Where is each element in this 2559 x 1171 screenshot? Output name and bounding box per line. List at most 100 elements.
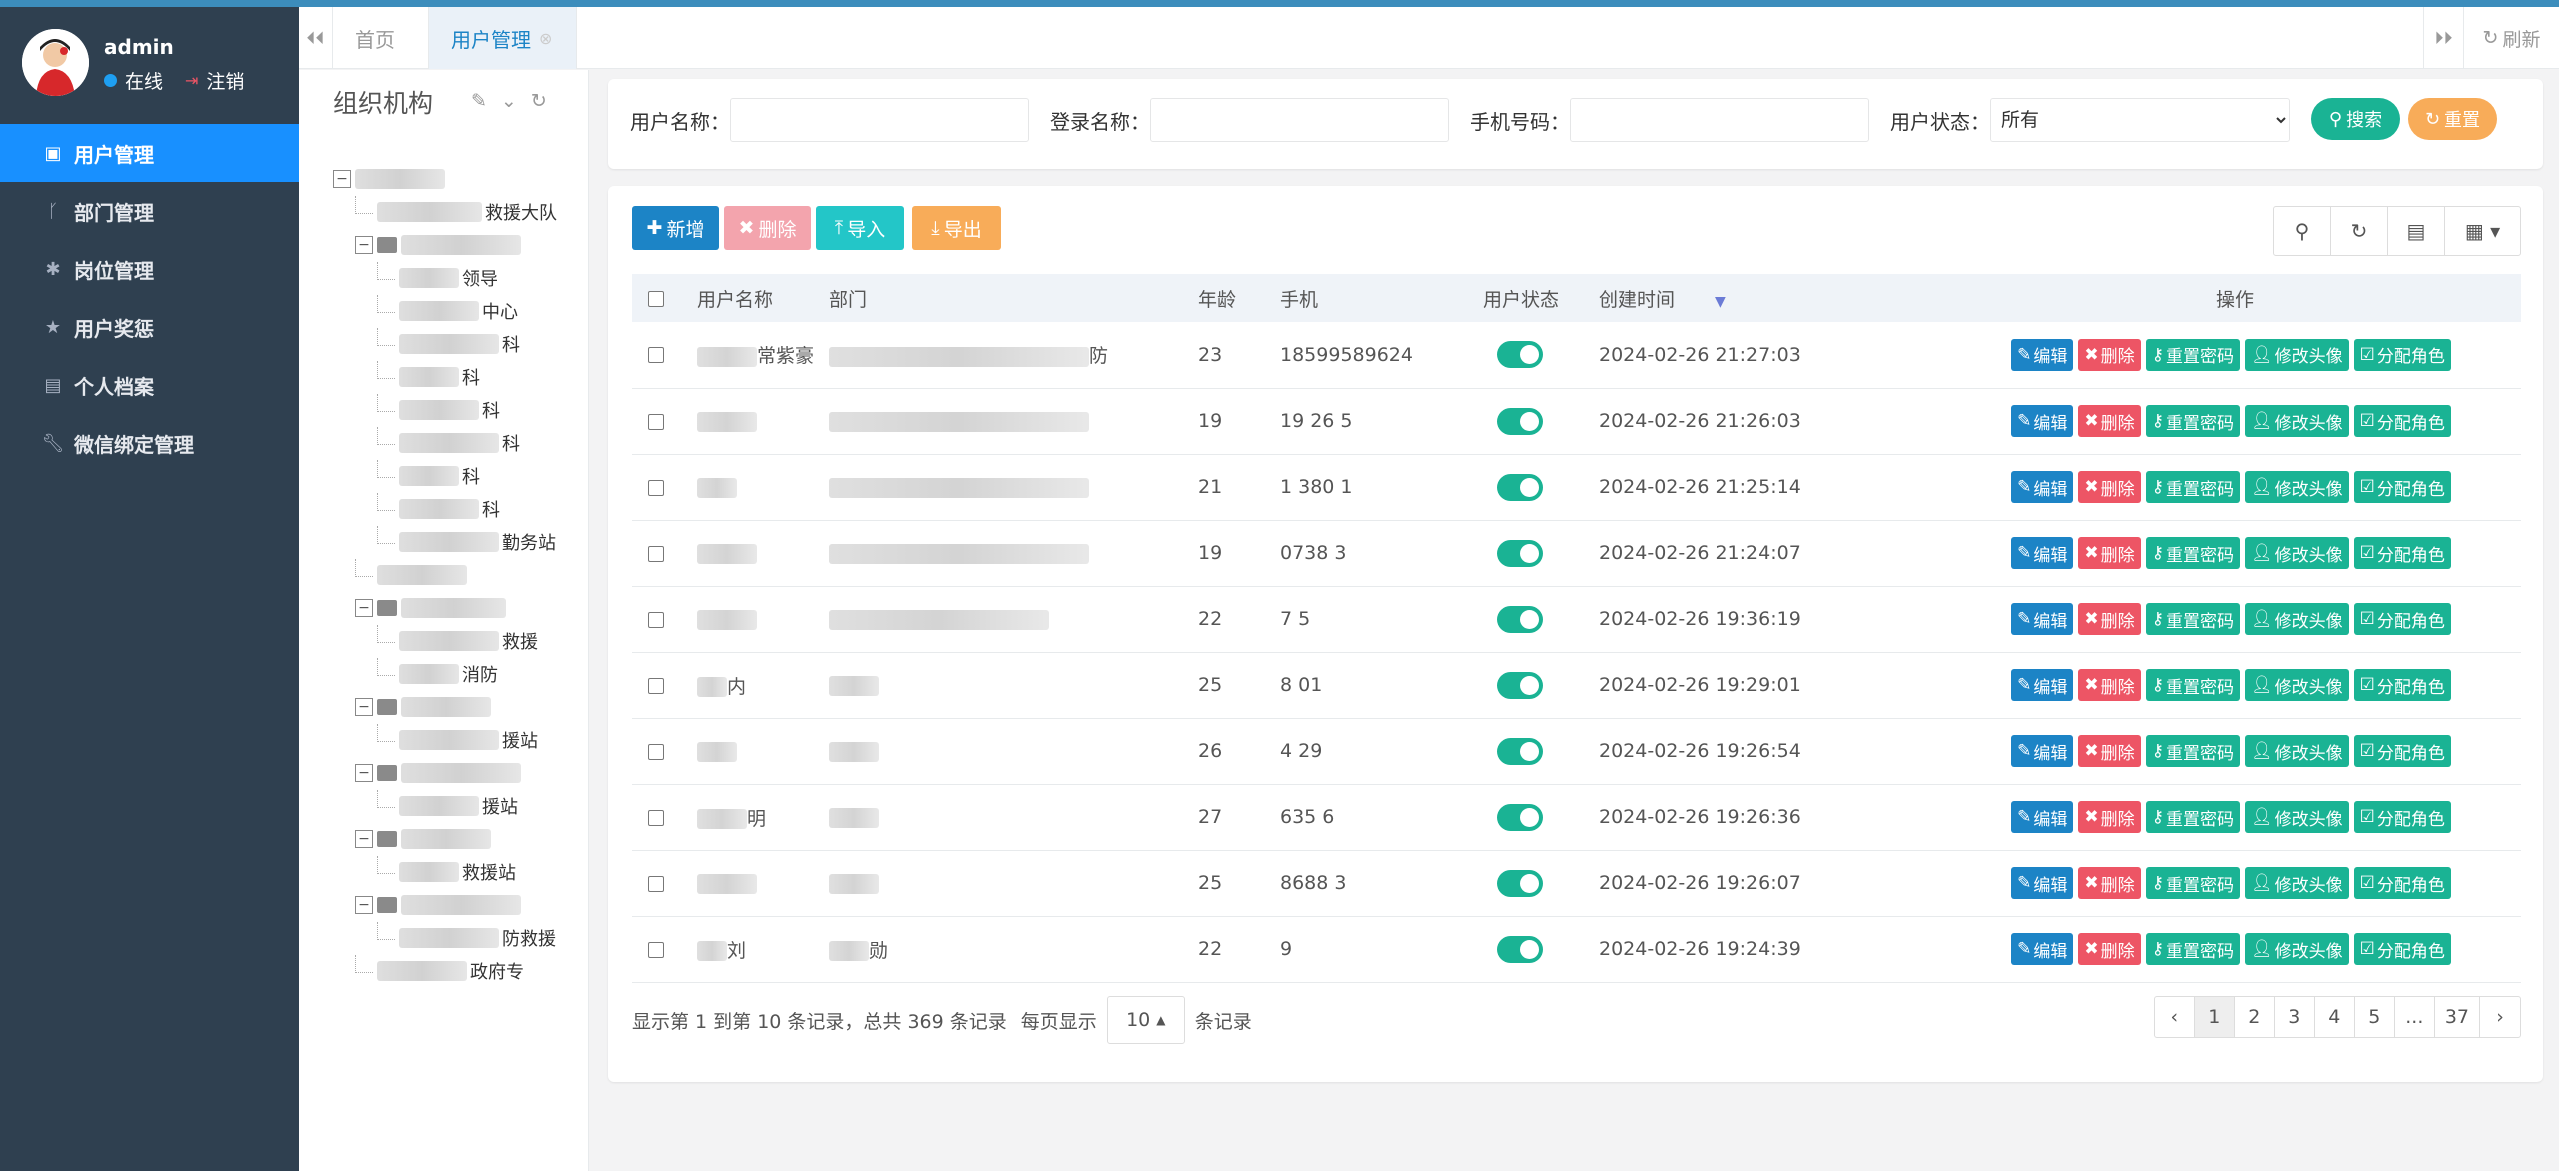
tree-collapse-icon[interactable]: − (355, 235, 373, 254)
change-avatar-button[interactable]: 👤︎ 修改头像 (2245, 338, 2349, 371)
tree-node[interactable]: 科 (333, 360, 583, 393)
assign-role-button[interactable]: ☑ 分配角色 (2353, 867, 2451, 899)
delete-row-button[interactable]: ✖ 删除 (2078, 933, 2141, 965)
add-button[interactable]: ✚ 新增 (632, 206, 719, 250)
delete-row-button[interactable]: ✖ 删除 (2078, 471, 2141, 503)
delete-row-button[interactable]: ✖ 删除 (2078, 801, 2141, 833)
tree-node[interactable]: − (333, 162, 583, 195)
row-checkbox[interactable] (648, 611, 664, 628)
table-row[interactable]: 明 27 635 6 2024-02-26 19:26:36 ✎ 编辑 ✖ 删除 ⚷ 重置密码 👤… (632, 784, 2521, 851)
table-row[interactable]: 刘勋 22 9 2024-02-26 19:24:39 ✎ 编辑 ✖ 删除 ⚷ 重置密码 👤︎ 修改… (632, 916, 2521, 983)
reset-password-button[interactable]: ⚷ 重置密码 (2145, 933, 2241, 965)
tree-node[interactable]: 勤务站 (333, 525, 583, 558)
tab-user-management[interactable]: 用户管理 ⊗ (429, 7, 577, 69)
assign-role-button[interactable]: ☑ 分配角色 (2353, 801, 2451, 833)
col-phone[interactable]: 手机 (1272, 274, 1475, 322)
loginname-input[interactable] (1150, 98, 1449, 142)
prev-page-button[interactable]: ‹ (2155, 997, 2195, 1037)
edit-button[interactable]: ✎ 编辑 (2011, 471, 2074, 503)
refresh-tab-button[interactable]: ↻ 刷新 (2463, 7, 2559, 69)
page-button[interactable]: 1 (2194, 997, 2235, 1037)
edit-button[interactable]: ✎ 编辑 (2011, 669, 2074, 701)
table-row[interactable]: 22 7 5 2024-02-26 19:36:19 ✎ 编辑 ✖ 删除 ⚷ 重置密码 👤︎ 修改… (632, 586, 2521, 653)
row-checkbox[interactable] (648, 941, 664, 958)
change-avatar-button[interactable]: 👤︎ 修改头像 (2245, 537, 2349, 569)
close-tab-icon[interactable]: ⊗ (539, 29, 552, 48)
delete-button[interactable]: ✖ 删除 (724, 206, 811, 250)
assign-role-button[interactable]: ☑ 分配角色 (2353, 735, 2451, 767)
change-avatar-button[interactable]: 👤︎ 修改头像 (2245, 933, 2349, 965)
delete-row-button[interactable]: ✖ 删除 (2078, 338, 2141, 371)
row-checkbox[interactable] (648, 875, 664, 892)
table-row[interactable]: 26 4 29 2024-02-26 19:26:54 ✎ 编辑 ✖ 删除 ⚷ 重置密码 👤︎ 修… (632, 718, 2521, 785)
phone-input[interactable] (1570, 98, 1869, 142)
logout-icon[interactable]: ⇥ (185, 71, 198, 90)
tree-node[interactable]: 援站 (333, 723, 583, 756)
table-row[interactable]: 内 25 8 01 2024-02-26 19:29:01 ✎ 编辑 ✖ 删除 ⚷ 重置密码 👤︎… (632, 652, 2521, 719)
edit-icon[interactable]: ✎ (471, 90, 487, 112)
reset-password-button[interactable]: ⚷ 重置密码 (2145, 338, 2241, 371)
status-toggle[interactable] (1497, 473, 1543, 501)
col-username[interactable]: 用户名称 (689, 274, 821, 322)
reset-button[interactable]: ↻ 重置 (2408, 98, 2497, 140)
table-row[interactable]: 常紫豪防 23 18599589624 2024-02-26 21:27:03 ✎ 编辑 ✖… (632, 322, 2521, 389)
change-avatar-button[interactable]: 👤︎ 修改头像 (2245, 405, 2349, 437)
status-toggle[interactable] (1497, 539, 1543, 567)
chevron-down-icon[interactable]: ⌄ (501, 90, 517, 112)
status-toggle[interactable] (1497, 407, 1543, 435)
page-button[interactable]: 2 (2235, 997, 2275, 1037)
change-avatar-button[interactable]: 👤︎ 修改头像 (2245, 867, 2349, 899)
tab-scroll-right-icon[interactable]: ⏵⏵ (2423, 7, 2463, 69)
export-button[interactable]: ⤓ 导出 (912, 206, 1001, 250)
search-toggle-icon[interactable]: ⚲ (2274, 207, 2331, 255)
edit-button[interactable]: ✎ 编辑 (2011, 735, 2074, 767)
reset-password-button[interactable]: ⚷ 重置密码 (2145, 867, 2241, 899)
status-toggle[interactable] (1497, 671, 1543, 699)
reset-password-button[interactable]: ⚷ 重置密码 (2145, 537, 2241, 569)
tree-node[interactable]: − (333, 756, 583, 789)
row-checkbox[interactable] (648, 545, 664, 562)
tree-node[interactable]: 防救援 (333, 921, 583, 954)
delete-row-button[interactable]: ✖ 删除 (2078, 405, 2141, 437)
tree-collapse-icon[interactable]: − (355, 895, 373, 914)
sidebar-item-user-rewards[interactable]: ★ 用户奖惩 (0, 298, 299, 356)
table-row[interactable]: 21 1 380 1 2024-02-26 21:25:14 ✎ 编辑 ✖ 删除 ⚷ 重置密码 👤… (632, 454, 2521, 521)
tree-node[interactable]: 政府专 (333, 954, 583, 987)
status-toggle[interactable] (1497, 803, 1543, 831)
reset-password-button[interactable]: ⚷ 重置密码 (2145, 405, 2241, 437)
delete-row-button[interactable]: ✖ 删除 (2078, 735, 2141, 767)
edit-button[interactable]: ✎ 编辑 (2011, 338, 2074, 371)
status-toggle[interactable] (1497, 869, 1543, 897)
tree-node[interactable]: 救援大队 (333, 195, 583, 228)
refresh-icon[interactable]: ↻ (2331, 207, 2388, 255)
row-checkbox[interactable] (648, 809, 664, 826)
change-avatar-button[interactable]: 👤︎ 修改头像 (2245, 735, 2349, 767)
refresh-icon[interactable]: ↻ (531, 90, 547, 112)
import-button[interactable]: ⤒ 导入 (816, 206, 904, 250)
assign-role-button[interactable]: ☑ 分配角色 (2353, 933, 2451, 965)
assign-role-button[interactable]: ☑ 分配角色 (2353, 471, 2451, 503)
tree-node[interactable]: 援站 (333, 789, 583, 822)
row-checkbox[interactable] (648, 479, 664, 496)
tree-node[interactable]: 领导 (333, 261, 583, 294)
page-size-select[interactable]: 10 ▲ (1106, 996, 1185, 1044)
sidebar-item-user-management[interactable]: ▣ 用户管理 (0, 124, 299, 182)
tree-node[interactable]: 科 (333, 327, 583, 360)
sidebar-item-department-management[interactable]: ᚴ 部门管理 (0, 182, 299, 240)
reset-password-button[interactable]: ⚷ 重置密码 (2145, 735, 2241, 767)
delete-row-button[interactable]: ✖ 删除 (2078, 537, 2141, 569)
edit-button[interactable]: ✎ 编辑 (2011, 801, 2074, 833)
page-button[interactable]: 5 (2355, 997, 2395, 1037)
change-avatar-button[interactable]: 👤︎ 修改头像 (2245, 603, 2349, 635)
tree-node[interactable]: 科 (333, 426, 583, 459)
tree-node[interactable]: 中心 (333, 294, 583, 327)
edit-button[interactable]: ✎ 编辑 (2011, 537, 2074, 569)
status-toggle[interactable] (1497, 341, 1543, 369)
edit-button[interactable]: ✎ 编辑 (2011, 933, 2074, 965)
sidebar-item-personal-file[interactable]: ▤ 个人档案 (0, 356, 299, 414)
col-status[interactable]: 用户状态 (1475, 274, 1591, 322)
tree-node[interactable]: − (333, 591, 583, 624)
assign-role-button[interactable]: ☑ 分配角色 (2353, 603, 2451, 635)
assign-role-button[interactable]: ☑ 分配角色 (2353, 338, 2451, 371)
tree-collapse-icon[interactable]: − (355, 829, 373, 848)
